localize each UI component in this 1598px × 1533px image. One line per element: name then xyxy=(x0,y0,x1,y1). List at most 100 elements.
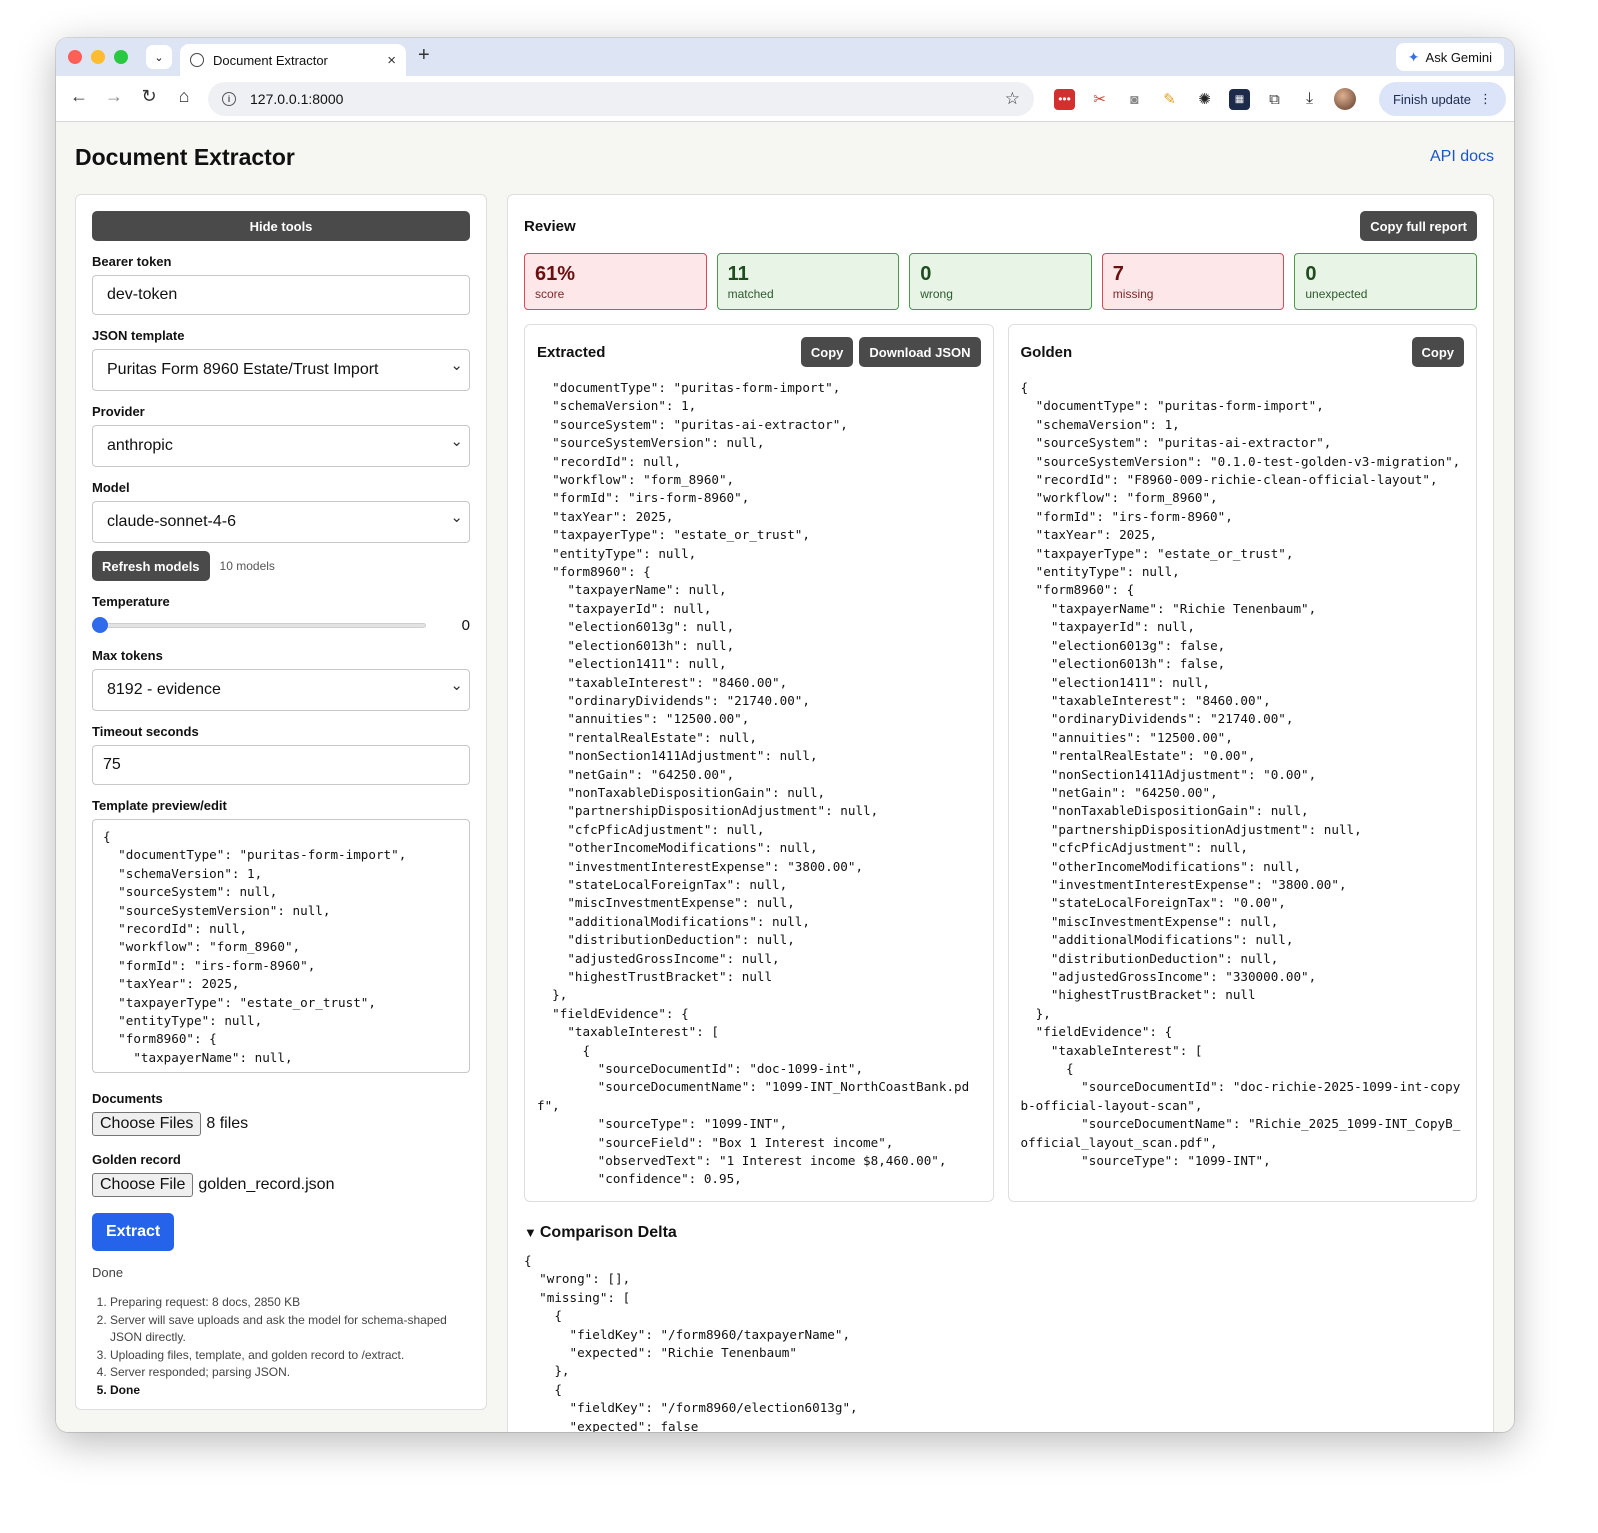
review-header: Review Copy full report xyxy=(524,211,1477,241)
profile-avatar[interactable] xyxy=(1334,88,1356,110)
model-value: claude-sonnet-4-6 xyxy=(107,513,236,530)
refresh-models-button[interactable]: Refresh models xyxy=(92,551,210,581)
bookmark-star-icon[interactable]: ☆ xyxy=(1005,89,1020,109)
bearer-token-input[interactable]: dev-token xyxy=(92,275,470,315)
provider-value: anthropic xyxy=(107,437,173,454)
golden-file-input: Choose File golden_record.json xyxy=(92,1173,470,1197)
ask-gemini-button[interactable]: ✦ Ask Gemini xyxy=(1395,43,1504,71)
models-count: 10 models xyxy=(219,559,275,573)
stat-caption: unexpected xyxy=(1305,287,1368,301)
extract-button[interactable]: Extract xyxy=(92,1213,175,1251)
hide-tools-button[interactable]: Hide tools xyxy=(92,211,470,241)
finish-update-label: Finish update xyxy=(1392,91,1471,107)
camera-icon[interactable]: ◙ xyxy=(1124,88,1145,110)
extension-red-icon[interactable]: ••• xyxy=(1054,88,1075,110)
temperature-label: Temperature xyxy=(92,594,170,609)
stat-score: 61% score xyxy=(524,253,707,310)
golden-file-value: golden_record.json xyxy=(198,1176,335,1193)
forward-icon[interactable]: → xyxy=(103,86,125,107)
max-tokens-select[interactable]: 8192 - evidence xyxy=(92,669,470,711)
refresh-row: Refresh models 10 models xyxy=(92,551,470,581)
puzzle-icon[interactable]: ⧉ xyxy=(1264,88,1285,110)
json-columns: Extracted Copy Download JSON "documentTy… xyxy=(524,324,1477,1202)
stat-value: 7 xyxy=(1112,263,1124,285)
golden-header: Golden Copy xyxy=(1020,337,1464,367)
provider-select[interactable]: anthropic xyxy=(92,425,470,467)
progress-steps: Preparing request: 8 docs, 2850 KB Serve… xyxy=(92,1294,470,1399)
stat-value: 0 xyxy=(1305,263,1317,285)
tab-strip: ⌄ Document Extractor × + ✦ Ask Gemini xyxy=(56,38,1514,76)
back-icon[interactable]: ← xyxy=(68,86,90,107)
temperature-row: 0 xyxy=(92,615,470,635)
extracted-header: Extracted Copy Download JSON xyxy=(537,337,981,367)
close-window-button[interactable] xyxy=(68,50,82,64)
tab-search-chevron-icon[interactable]: ⌄ xyxy=(146,45,172,69)
finish-update-button[interactable]: Finish update ⋮ xyxy=(1378,82,1506,116)
ask-gemini-label: Ask Gemini xyxy=(1425,49,1492,65)
choose-files-button[interactable]: Choose Files xyxy=(92,1112,202,1136)
copy-full-report-button[interactable]: Copy full report xyxy=(1360,211,1477,241)
json-template-value: Puritas Form 8960 Estate/Trust Import xyxy=(107,361,379,378)
golden-title: Golden xyxy=(1020,343,1073,361)
extracted-json: "documentType": "puritas-form-import", "… xyxy=(537,380,970,1187)
download-icon[interactable]: ⤓ xyxy=(1299,88,1320,110)
temperature-slider[interactable] xyxy=(92,615,426,635)
stat-wrong: 0 wrong xyxy=(909,253,1092,310)
timeout-input[interactable]: 75 xyxy=(92,745,470,785)
stat-value: 0 xyxy=(920,263,932,285)
step-item: Server will save uploads and ask the mod… xyxy=(110,1312,470,1347)
template-preview-textarea[interactable]: { "documentType": "puritas-form-import",… xyxy=(92,819,470,1073)
home-icon[interactable]: ⌂ xyxy=(173,86,195,107)
openai-icon[interactable]: ✺ xyxy=(1194,88,1215,110)
documents-value: 8 files xyxy=(206,1115,249,1132)
temperature-value: 0 xyxy=(461,616,470,634)
info-icon[interactable]: i xyxy=(222,92,236,106)
documents-file-input: Choose Files 8 files xyxy=(92,1112,470,1136)
max-tokens-value: 8192 - evidence xyxy=(107,681,221,698)
timeout-value: 75 xyxy=(103,756,121,773)
copy-golden-button[interactable]: Copy xyxy=(1411,337,1464,367)
comparison-delta-toggle[interactable]: ▼ Comparison Delta xyxy=(524,1224,1477,1242)
address-bar[interactable]: i 127.0.0.1:8000 ☆ xyxy=(208,82,1034,116)
tab-document-extractor[interactable]: Document Extractor × xyxy=(180,44,406,76)
browser-toolbar: ← → ↻ ⌂ i 127.0.0.1:8000 ☆ ••• ✂ ◙ ✎ ✺ ▦… xyxy=(56,76,1514,122)
maximize-window-button[interactable] xyxy=(114,50,128,64)
model-select[interactable]: claude-sonnet-4-6 xyxy=(92,501,470,543)
minimize-window-button[interactable] xyxy=(91,50,105,64)
page-title: Document Extractor xyxy=(75,144,295,170)
gemini-sparkle-icon: ✦ xyxy=(1407,48,1420,65)
extension-grid-icon[interactable]: ▦ xyxy=(1229,88,1250,110)
window-controls xyxy=(68,50,128,64)
more-vert-icon: ⋮ xyxy=(1479,91,1492,106)
json-template-select[interactable]: Puritas Form 8960 Estate/Trust Import xyxy=(92,349,470,391)
extracted-card: Extracted Copy Download JSON "documentTy… xyxy=(524,324,994,1202)
step-item: Preparing request: 8 docs, 2850 KB xyxy=(110,1294,470,1312)
api-docs-link[interactable]: API docs xyxy=(1430,148,1494,166)
download-json-button[interactable]: Download JSON xyxy=(859,337,981,367)
extension-gift-icon[interactable]: ✂ xyxy=(1089,88,1110,110)
slider-track xyxy=(92,623,426,628)
bearer-token-label: Bearer token xyxy=(92,254,172,269)
max-tokens-label: Max tokens xyxy=(92,648,163,663)
stat-unexpected: 0 unexpected xyxy=(1294,253,1477,310)
stat-caption: score xyxy=(535,287,565,301)
url-text[interactable]: 127.0.0.1:8000 xyxy=(250,91,1005,107)
review-title: Review xyxy=(524,217,576,235)
reload-icon[interactable]: ↻ xyxy=(138,86,160,107)
stat-matched: 11 matched xyxy=(716,253,900,310)
documents-label: Documents xyxy=(92,1091,163,1106)
choose-file-button[interactable]: Choose File xyxy=(92,1173,194,1197)
slider-thumb[interactable] xyxy=(92,617,108,633)
stat-caption: matched xyxy=(727,287,774,301)
comparison-delta-title: Comparison Delta xyxy=(539,1224,677,1241)
close-tab-icon[interactable]: × xyxy=(387,52,396,69)
stats-row: 61% score 11 matched 0 wrong 7 missing 0 xyxy=(524,253,1477,310)
pen-icon[interactable]: ✎ xyxy=(1159,88,1180,110)
model-label: Model xyxy=(92,480,130,495)
new-tab-button[interactable]: + xyxy=(418,44,430,67)
copy-extracted-button[interactable]: Copy xyxy=(800,337,854,367)
timeout-label: Timeout seconds xyxy=(92,724,199,739)
review-panel: Review Copy full report 61% score 11 mat… xyxy=(507,194,1494,1432)
golden-json: { "documentType": "puritas-form-import",… xyxy=(1020,380,1461,1169)
step-item: Uploading files, template, and golden re… xyxy=(110,1347,470,1365)
